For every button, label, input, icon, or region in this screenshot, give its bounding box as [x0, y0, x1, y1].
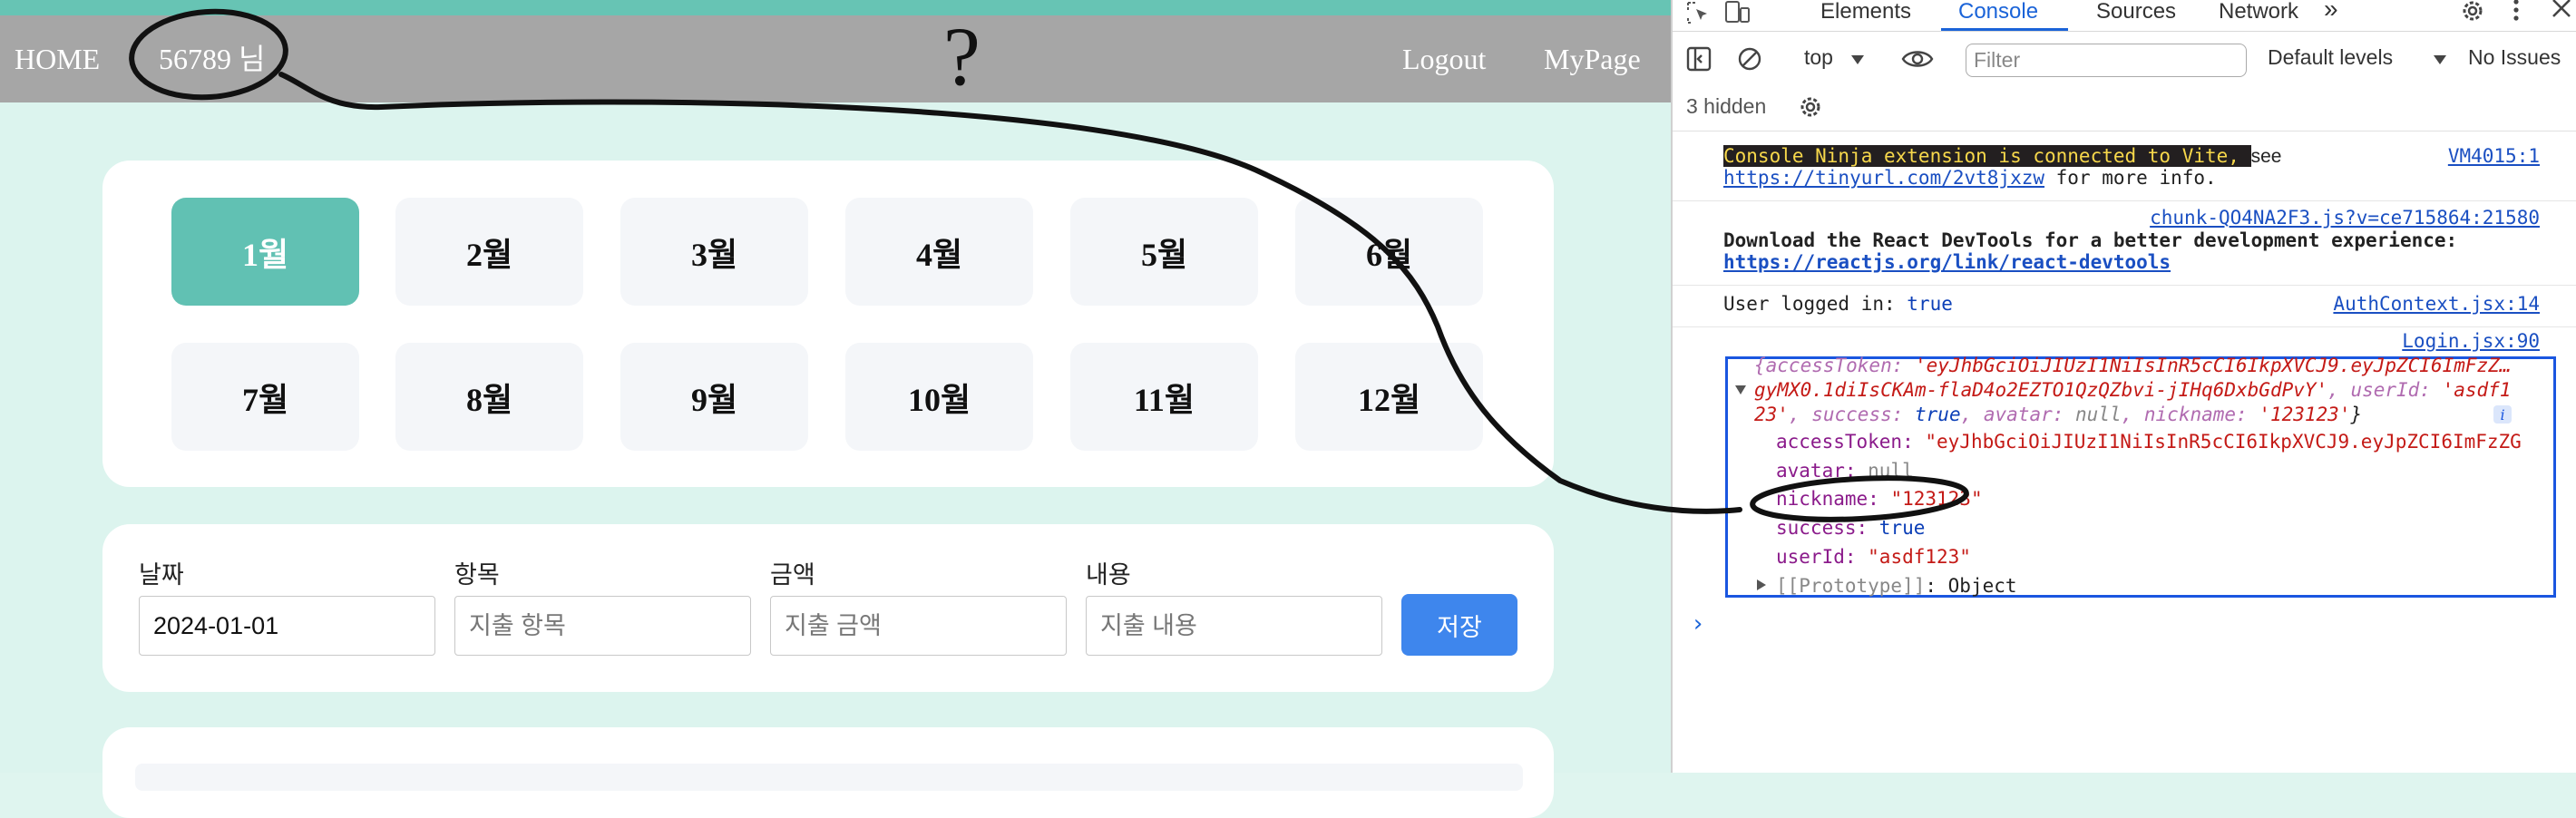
- object-summary-line2: gyMX0.1diIsCKAm-flaD4o2EZTO1QzQZbvi-jIHq…: [1754, 377, 2511, 403]
- summary-value: '123123': [2259, 404, 2351, 425]
- month-button-6[interactable]: 6월: [1295, 198, 1483, 306]
- prop-success: success: true: [1776, 515, 1925, 540]
- summary-key: , nickname:: [2121, 404, 2259, 425]
- logged-object: {accessToken: 'eyJhbGciOiJIUzI1NiIsInR5c…: [1673, 0, 2576, 773]
- month-button-9[interactable]: 9월: [620, 343, 808, 451]
- prop-nickname: nickname: "123123": [1776, 486, 1983, 511]
- devtools-panel: Elements Console Sources Network » top F…: [1671, 0, 2576, 773]
- prop-userid: userId: "asdf123": [1776, 544, 1971, 570]
- prop-key: nickname:: [1776, 488, 1891, 510]
- item-label: 항목: [454, 561, 500, 589]
- date-label: 날짜: [139, 561, 184, 589]
- summary-key: , userId:: [2327, 379, 2443, 401]
- navbar: HOME 56789 님 Logout MyPage: [0, 15, 1671, 102]
- month-button-5[interactable]: 5월: [1070, 198, 1258, 306]
- prop-key: success:: [1776, 517, 1879, 539]
- summary-value: 'eyJhbGciOiJIUzI1NiIsInR5cCI6IkpXVCJ9.ey…: [1915, 355, 2512, 376]
- prop-value: "eyJhbGciOiJIUzI1NiIsInR5cCI6IkpXVCJ9.ey…: [1925, 431, 2522, 453]
- date-input[interactable]: [139, 596, 435, 656]
- info-icon[interactable]: i: [2493, 404, 2513, 424]
- prop-key: avatar:: [1776, 460, 1869, 482]
- prop-key: [[Prototype]]: [1776, 575, 1926, 597]
- content-input[interactable]: [1086, 596, 1382, 656]
- prop-prototype[interactable]: [[Prototype]]: Object: [1776, 573, 2017, 599]
- month-button-7[interactable]: 7월: [171, 343, 359, 451]
- month-button-12[interactable]: 12월: [1295, 343, 1483, 451]
- amount-input[interactable]: [770, 596, 1067, 656]
- save-button[interactable]: 저장: [1401, 594, 1517, 656]
- prop-value: : Object: [1925, 575, 2017, 597]
- month-button-2[interactable]: 2월: [395, 198, 583, 306]
- prop-value: "123123": [1890, 488, 1983, 510]
- top-accent-strip: [0, 0, 1671, 15]
- mypage-link[interactable]: MyPage: [1544, 43, 1641, 75]
- summary-value: gyMX0.1diIsCKAm-flaD4o2EZTO1QzQZbvi-jIHq…: [1754, 379, 2328, 401]
- month-button-8[interactable]: 8월: [395, 343, 583, 451]
- console-prompt-icon[interactable]: ›: [1691, 611, 1705, 637]
- prop-accesstoken: accessToken: "eyJhbGciOiJIUzI1NiIsInR5cC…: [1776, 429, 2522, 454]
- user-nickname: 56789 님: [159, 43, 266, 75]
- item-input[interactable]: [454, 596, 751, 656]
- summary-key: , avatar:: [1960, 404, 2076, 425]
- summary-brace: }: [2350, 404, 2363, 425]
- prop-key: accessToken:: [1776, 431, 1926, 453]
- prop-value: true: [1878, 517, 1926, 539]
- prop-value: null: [1868, 460, 1914, 482]
- summary-value: 'asdf1: [2442, 379, 2512, 401]
- month-button-11[interactable]: 11월: [1070, 343, 1258, 451]
- month-button-3[interactable]: 3월: [620, 198, 808, 306]
- prop-value: "asdf123": [1868, 546, 1971, 568]
- summary-key: , success:: [1788, 404, 1916, 425]
- month-button-4[interactable]: 4월: [845, 198, 1033, 306]
- svg-text:i: i: [2500, 406, 2504, 424]
- expense-app: HOME 56789 님 Logout MyPage 1월 2월 3월 4월 5…: [0, 0, 1671, 818]
- collapsed-triangle-icon[interactable]: [1756, 579, 1767, 591]
- object-summary-line1: {accessToken: 'eyJhbGciOiJIUzI1NiIsInR5c…: [1754, 353, 2511, 378]
- month-button-10[interactable]: 10월: [845, 343, 1033, 451]
- amount-label: 금액: [770, 561, 815, 589]
- home-link[interactable]: HOME: [15, 43, 100, 75]
- expense-list-card: [102, 727, 1554, 818]
- content-label: 내용: [1086, 561, 1131, 589]
- month-button-1[interactable]: 1월: [171, 198, 359, 306]
- logout-link[interactable]: Logout: [1402, 43, 1486, 75]
- summary-value: null: [2075, 404, 2122, 425]
- summary-key: {accessToken:: [1754, 355, 1916, 376]
- expand-triangle-icon[interactable]: [1734, 385, 1747, 395]
- prop-avatar: avatar: null: [1776, 458, 1914, 483]
- object-summary-line3: 23', success: true, avatar: null, nickna…: [1754, 402, 2362, 427]
- summary-value: 23': [1754, 404, 1789, 425]
- list-header: [135, 764, 1523, 791]
- prop-key: userId:: [1776, 546, 1869, 568]
- summary-value: true: [1915, 404, 1961, 425]
